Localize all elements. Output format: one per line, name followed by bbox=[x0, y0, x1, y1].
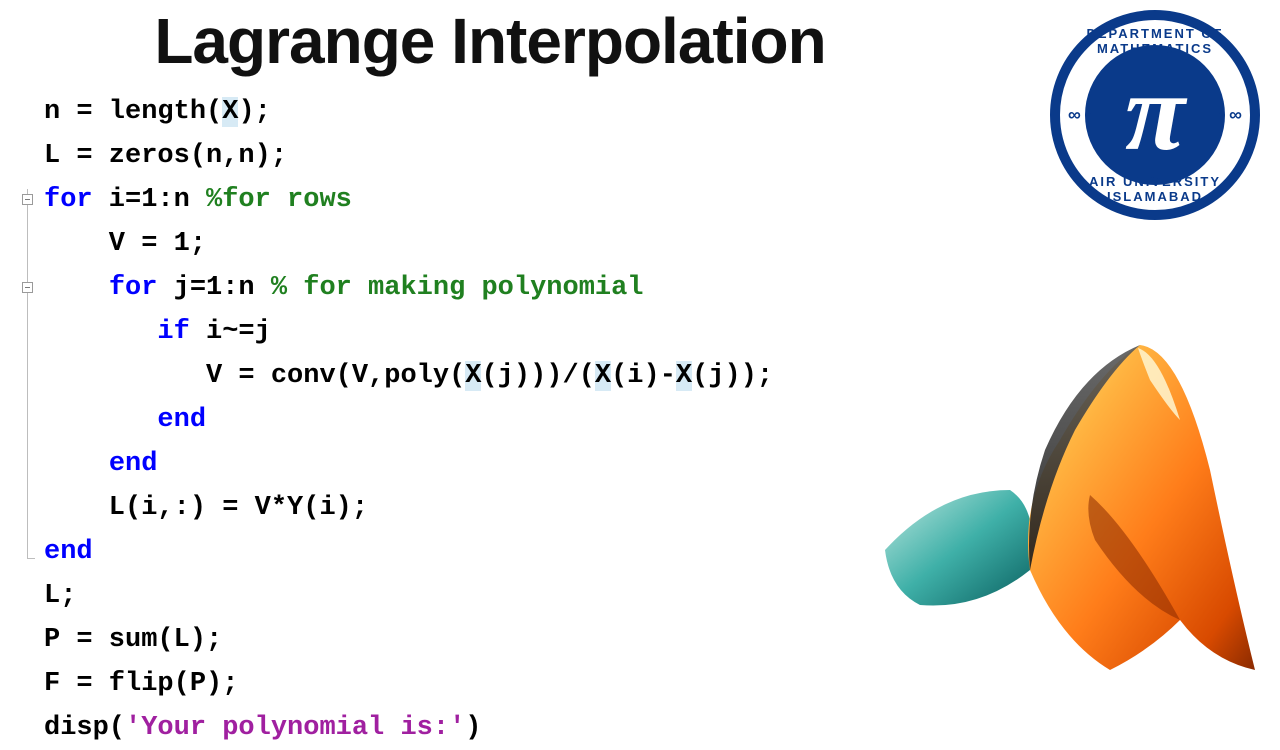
code-line: P = sum(L); bbox=[44, 618, 222, 662]
fold-icon[interactable] bbox=[22, 282, 33, 293]
infinity-icon: ∞ bbox=[1229, 105, 1242, 126]
department-logo: DEPARTMENT OF MATHEMATICS AIR UNIVERSITY… bbox=[1050, 10, 1260, 220]
infinity-icon: ∞ bbox=[1068, 105, 1081, 126]
code-line: V = conv(V,poly(X(j)))/(X(i)-X(j)); bbox=[44, 354, 773, 398]
code-line: end bbox=[44, 398, 206, 442]
code-line: L; bbox=[44, 574, 76, 618]
code-line: L = zeros(n,n); bbox=[44, 134, 287, 178]
code-block: n = length(X); L = zeros(n,n); for i=1:n… bbox=[0, 90, 900, 750]
code-line: end bbox=[44, 442, 157, 486]
code-line: for i=1:n %for rows bbox=[44, 178, 352, 222]
code-line: V = 1; bbox=[44, 222, 206, 266]
matlab-logo-icon bbox=[880, 340, 1260, 680]
page-title: Lagrange Interpolation bbox=[0, 4, 980, 78]
code-line: disp('Your polynomial is:') bbox=[44, 706, 481, 750]
code-line: if i~=j bbox=[44, 310, 271, 354]
code-line: end bbox=[44, 530, 93, 574]
logo-top-text: DEPARTMENT OF MATHEMATICS bbox=[1060, 26, 1250, 56]
code-line: for j=1:n % for making polynomial bbox=[44, 266, 644, 310]
code-line: L(i,:) = V*Y(i); bbox=[44, 486, 368, 530]
fold-icon[interactable] bbox=[22, 194, 33, 205]
code-line: F = flip(P); bbox=[44, 662, 238, 706]
logo-bottom-text: AIR UNIVERSITY ISLAMABAD bbox=[1060, 174, 1250, 204]
code-line: n = length(X); bbox=[44, 90, 271, 134]
